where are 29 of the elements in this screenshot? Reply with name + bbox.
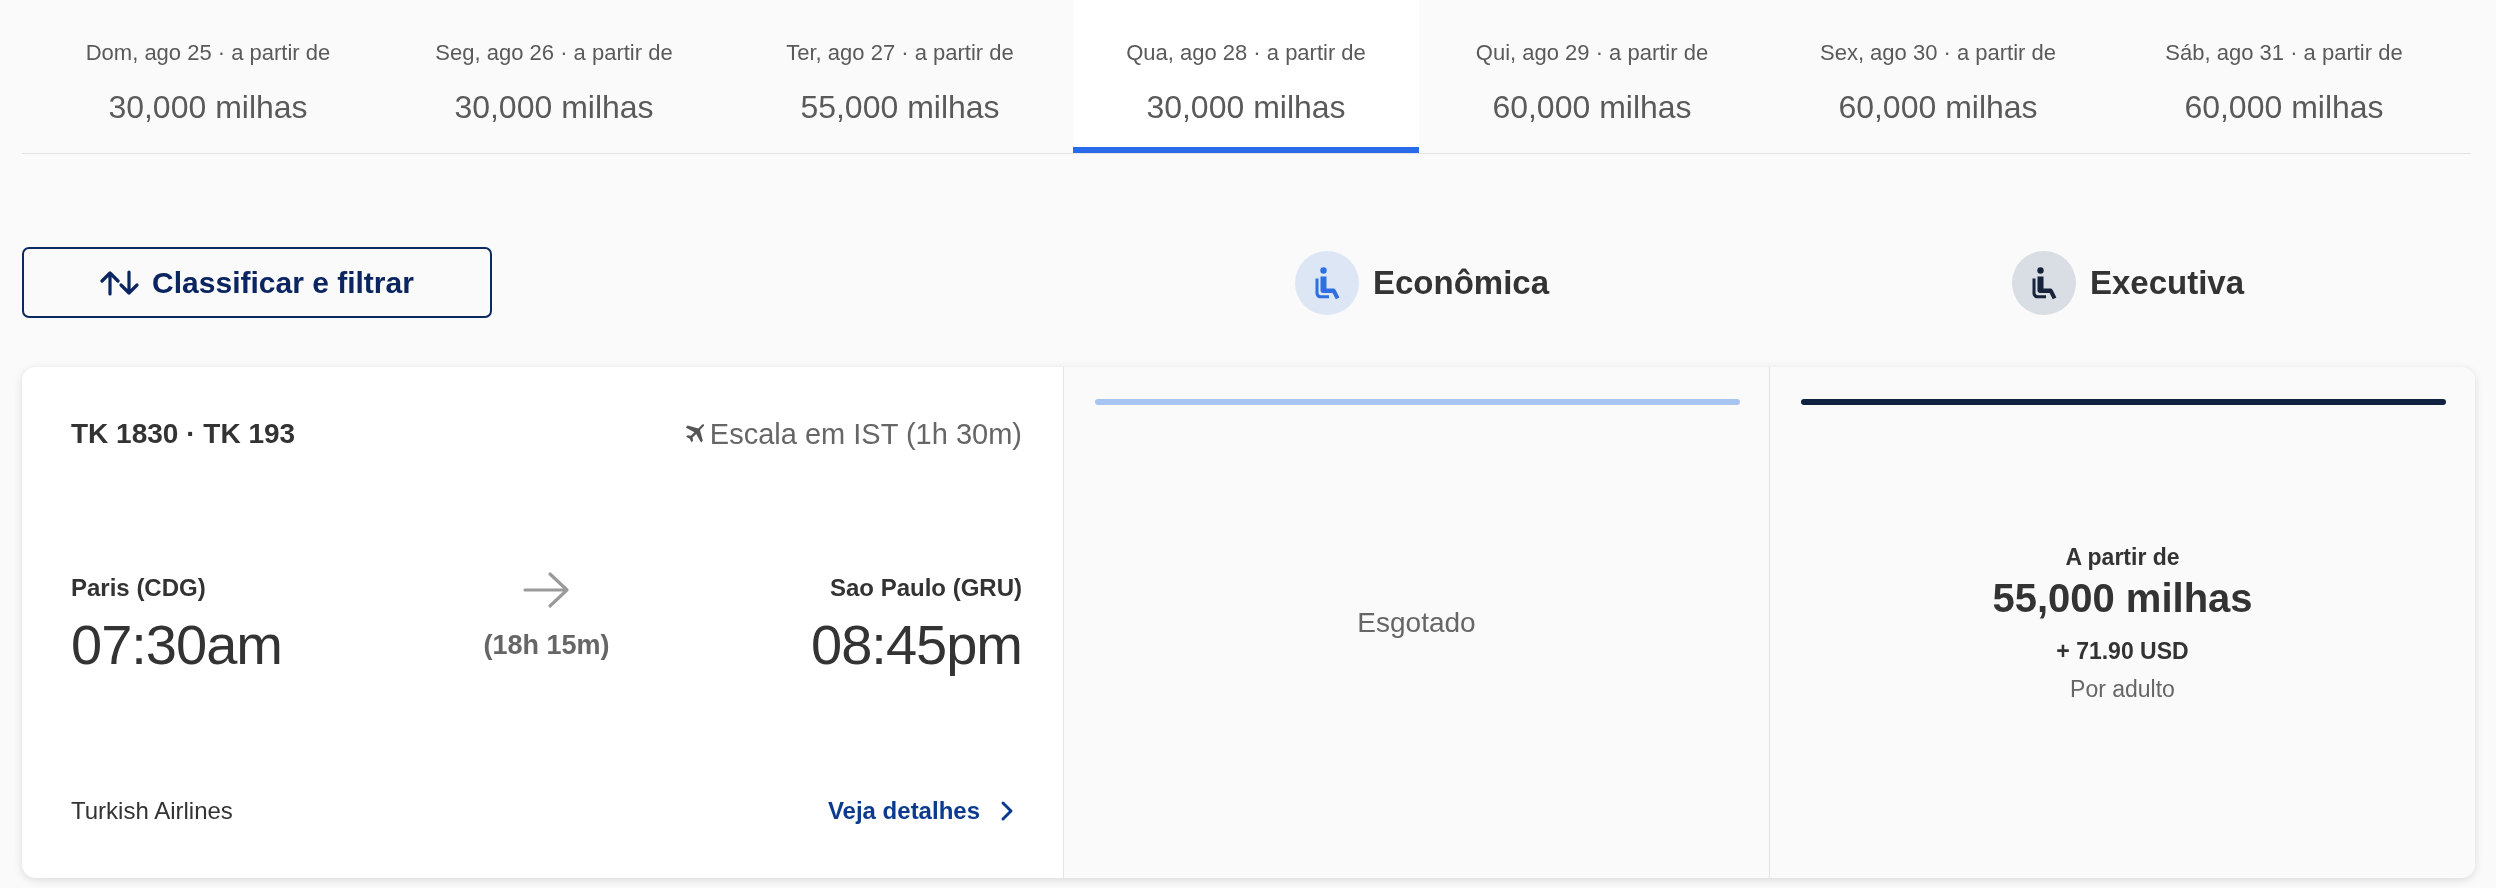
destination-city: Sao Paulo (GRU) [830, 573, 1022, 603]
flight-duration: (18h 15m) [483, 630, 610, 660]
sold-out-status: Esgotado [1357, 606, 1476, 639]
date-tab[interactable]: Sex, ago 30 · a partir de 60,000 milhas [1765, 0, 2111, 153]
flight-numbers: TK 1830 · TK 193 [71, 418, 296, 450]
sort-filter-button[interactable]: Classificar e filtrar [22, 247, 492, 318]
date-tab[interactable]: Qui, ago 29 · a partir de 60,000 milhas [1419, 0, 1765, 153]
airline-name: Turkish Airlines [71, 797, 233, 825]
date-tab[interactable]: Qua, ago 28 · a partir de 30,000 milhas [1073, 0, 1419, 153]
arrow-right-icon [522, 570, 571, 610]
fare-note: Por adulto [2070, 674, 2175, 704]
chevron-right-icon [1000, 800, 1014, 822]
fare-taxes: + 71.90 USD [2056, 636, 2189, 666]
date-tab[interactable]: Seg, ago 26 · a partir de 30,000 milhas [381, 0, 727, 153]
stop-info: Escala em IST (1h 30m) [709, 417, 1022, 451]
date-tab[interactable]: Dom, ago 25 · a partir de 30,000 milhas [35, 0, 381, 153]
date-tab[interactable]: Ter, ago 27 · a partir de 55,000 milhas [727, 0, 1073, 153]
departure-time: 07:30am [71, 613, 282, 677]
cabin-label: Econômica [1372, 263, 1550, 302]
origin-city: Paris (CDG) [71, 573, 206, 603]
arrival-time: 08:45pm [811, 613, 1022, 677]
date-tab[interactable]: Sáb, ago 31 · a partir de 60,000 milhas [2111, 0, 2457, 153]
fare-price: 55,000 milhas [1992, 574, 2253, 622]
price-prefix: A partir de [2065, 542, 2180, 572]
details-link[interactable]: Veja detalhes [827, 797, 1014, 825]
cabin-label: Executiva [2089, 263, 2245, 302]
sort-arrows-icon [100, 269, 141, 296]
seated-person-icon [2011, 250, 2076, 315]
seated-person-icon [1294, 250, 1359, 315]
